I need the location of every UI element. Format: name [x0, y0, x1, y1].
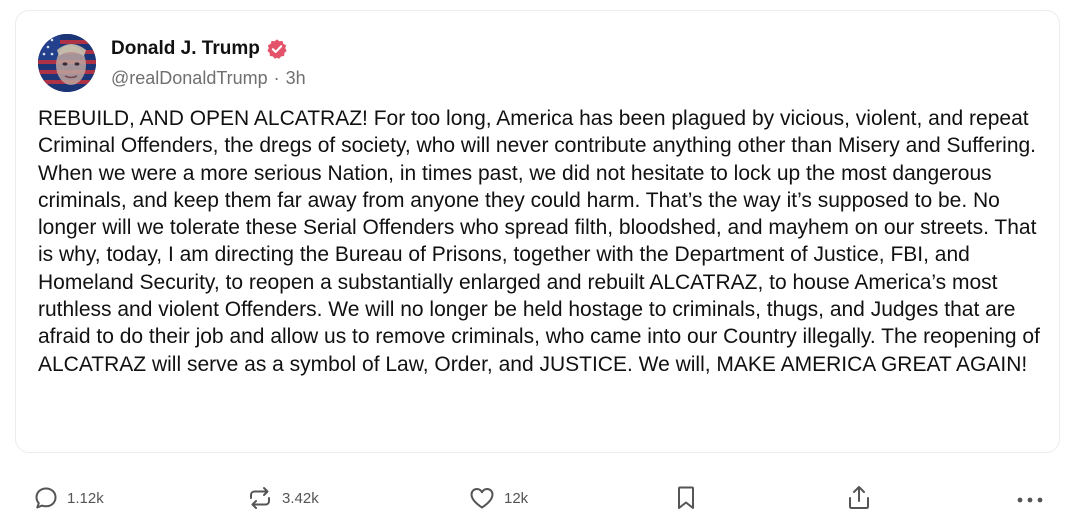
- meta-separator: ·: [273, 68, 280, 88]
- page: Donald J. Trump @realDonaldTrump · 3h RE…: [0, 0, 1080, 531]
- more-icon: [1015, 484, 1045, 512]
- author-meta-row: @realDonaldTrump · 3h: [111, 68, 306, 89]
- retruth-count: 3.42k: [282, 489, 319, 507]
- post-card: Donald J. Trump @realDonaldTrump · 3h RE…: [15, 10, 1060, 453]
- reply-icon: [33, 485, 59, 511]
- verified-badge-icon: [266, 38, 288, 60]
- reply-count: 1.12k: [67, 489, 104, 507]
- share-button[interactable]: [845, 480, 873, 516]
- reply-button[interactable]: 1.12k: [33, 480, 104, 516]
- like-count: 12k: [504, 489, 529, 507]
- retruth-button[interactable]: 3.42k: [246, 480, 319, 516]
- share-icon: [845, 484, 873, 512]
- author-name-row: Donald J. Trump: [111, 38, 288, 60]
- like-button[interactable]: 12k: [468, 480, 528, 516]
- author-display-name[interactable]: Donald J. Trump: [111, 38, 260, 60]
- bookmark-button[interactable]: [673, 480, 699, 516]
- retruth-icon: [246, 485, 274, 511]
- post-text: REBUILD, AND OPEN ALCATRAZ! For too long…: [38, 107, 1040, 376]
- avatar[interactable]: [38, 34, 96, 92]
- post-timestamp[interactable]: 3h: [286, 68, 306, 89]
- post-actions-bar: 1.12k 3.42k 12k: [0, 480, 1080, 520]
- author-handle[interactable]: @realDonaldTrump: [111, 68, 268, 89]
- bookmark-icon: [673, 484, 699, 512]
- more-options-button[interactable]: [1015, 480, 1045, 516]
- like-icon: [468, 485, 496, 511]
